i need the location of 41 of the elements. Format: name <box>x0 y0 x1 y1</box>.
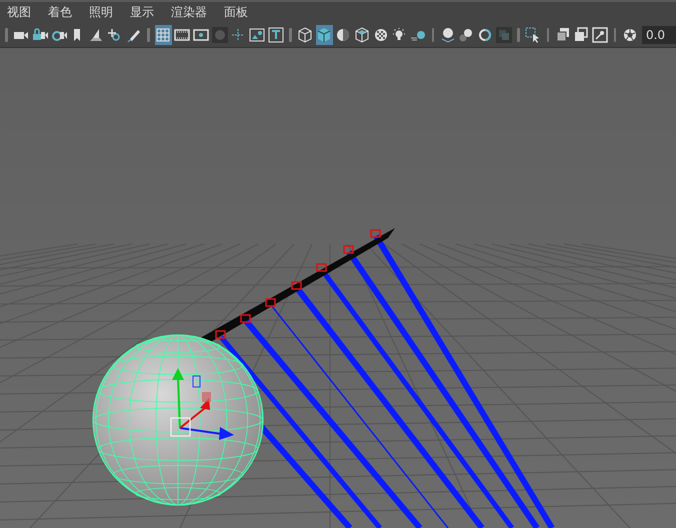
lit-sphere-icon <box>440 27 456 44</box>
pencil-icon <box>126 27 142 44</box>
menu-item[interactable]: 显示 <box>130 4 154 22</box>
select-cursor-icon <box>525 27 542 44</box>
menu-item[interactable]: 视图 <box>7 4 31 22</box>
film-gate-icon <box>174 27 190 44</box>
wireframe-cube-icon <box>297 27 314 44</box>
menu-item[interactable]: 面板 <box>224 4 248 22</box>
shaded-cube-icon <box>316 27 332 44</box>
toolbar-handle[interactable] <box>147 28 150 42</box>
gate-mask-icon <box>212 27 228 44</box>
blurred-spheres-icon <box>458 27 474 44</box>
toolbar-button[interactable] <box>154 25 172 46</box>
overlapping-squares-icon <box>573 27 590 44</box>
image-plane-icon <box>88 27 104 44</box>
half-shaded-circle-icon <box>334 27 351 44</box>
overlapping-squares-icon <box>554 27 571 44</box>
toolbar-button[interactable] <box>268 25 284 46</box>
menu-item[interactable]: 着色 <box>48 4 72 22</box>
safe-action-icon <box>249 27 266 44</box>
toolbar-handle[interactable] <box>5 28 8 42</box>
textured-cube-icon <box>354 27 370 44</box>
toolbar-button[interactable] <box>439 25 456 46</box>
checker-circle-icon <box>372 27 389 44</box>
toolbar-button[interactable] <box>353 25 370 46</box>
text-t-icon <box>268 27 284 44</box>
menu-item[interactable]: 渲染器 <box>171 4 207 22</box>
toolbar-handle[interactable] <box>289 28 292 42</box>
toolbar-button[interactable] <box>296 25 314 46</box>
toolbar-handle[interactable] <box>517 28 520 42</box>
grid-icon <box>155 27 172 44</box>
menu-item[interactable]: 照明 <box>89 4 113 22</box>
toolbar-handle[interactable] <box>432 28 434 42</box>
toolbar-button[interactable] <box>316 25 333 46</box>
aperture-icon <box>622 27 638 44</box>
toolbar-button[interactable] <box>592 25 609 46</box>
toolbar-handle[interactable] <box>614 28 616 42</box>
resolution-gate-icon <box>192 27 209 44</box>
toolbar-handle[interactable] <box>546 28 550 42</box>
framed-pin-icon <box>592 27 608 44</box>
exposure-field[interactable]: 0.0 <box>642 26 676 44</box>
